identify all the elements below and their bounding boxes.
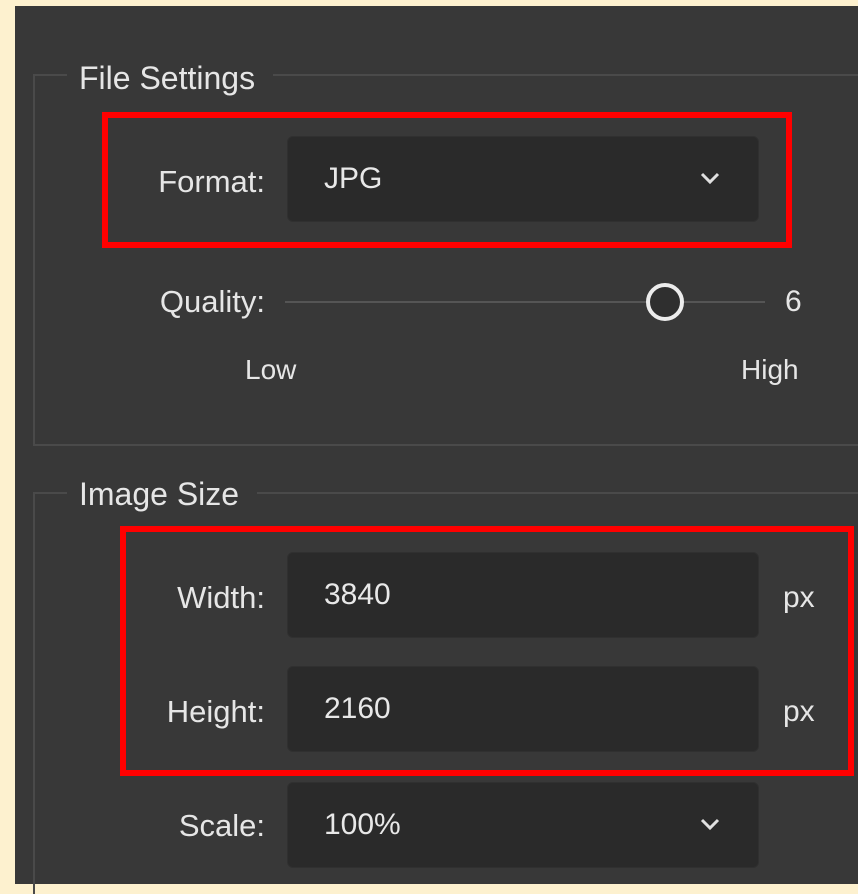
export-settings-panel: File Settings Format: JPG Quality: 6 Low…: [15, 6, 858, 894]
quality-high-label: High: [741, 354, 799, 385]
dimensions-highlight-box: [120, 526, 854, 776]
scale-dropdown[interactable]: 100%: [287, 782, 759, 868]
chevron-down-icon: [700, 818, 720, 831]
image-size-title: Image Size: [67, 474, 258, 514]
quality-low-label: Low: [245, 354, 297, 385]
quality-slider-track[interactable]: [285, 301, 765, 303]
format-highlight-box: [102, 112, 792, 248]
quality-slider-handle[interactable]: [646, 283, 684, 321]
scale-value: 100%: [324, 808, 401, 841]
scale-label: Scale:: [178, 808, 265, 843]
file-settings-title: File Settings: [67, 58, 274, 98]
quality-label: Quality:: [159, 284, 265, 319]
quality-value: 6: [785, 285, 802, 318]
